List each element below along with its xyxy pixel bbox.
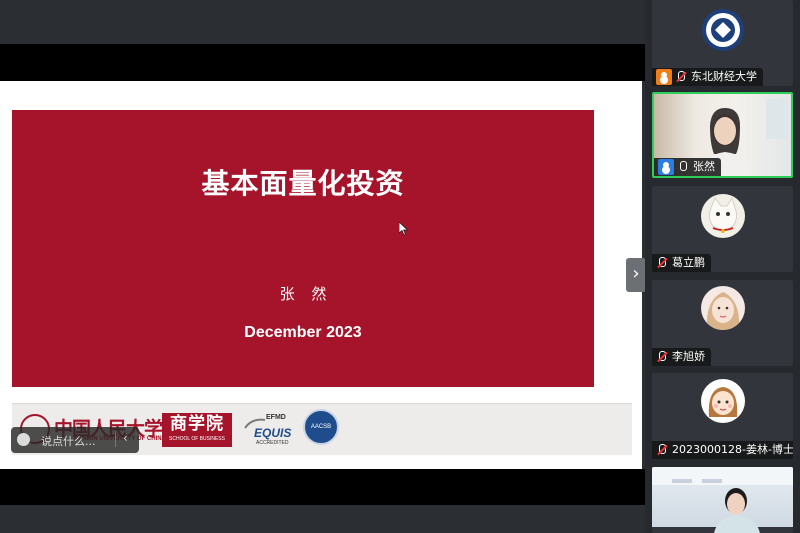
participant-gallery: 东北财经大学 张然 葛立鹏 李旭娇 2023000128-姜林-博士 <box>645 0 800 533</box>
business-school-name-cn: 商学院 <box>170 414 224 434</box>
participant-tile-active[interactable]: 张然 <box>652 92 793 178</box>
mic-muted-icon <box>656 351 668 363</box>
portrait-avatar <box>701 286 745 330</box>
host-icon <box>656 69 672 85</box>
participant-tile[interactable] <box>652 467 793 533</box>
efmd-label: EFMD <box>266 414 286 421</box>
emoji-icon[interactable] <box>17 433 30 446</box>
participant-video <box>652 467 793 533</box>
presentation-slide: 基本面量化投资 张 然 December 2023 中国人民大学 RENMIN … <box>0 81 642 469</box>
participant-tile[interactable]: 2023000128-姜林-博士 <box>652 373 793 459</box>
equis-logo: EFMD EQUIS ACCREDITED <box>244 414 302 448</box>
slide-title: 基本面量化投资 <box>201 167 405 200</box>
equis-label: EQUIS <box>254 426 292 440</box>
participant-tile[interactable]: 东北财经大学 <box>652 0 793 86</box>
video-person <box>652 467 793 533</box>
next-page-button[interactable]: › <box>626 258 646 292</box>
participant-name: 李旭娇 <box>672 350 705 363</box>
participant-name: 2023000128-姜林-博士 <box>672 443 793 456</box>
cartoon-girl-avatar <box>701 379 745 423</box>
chat-input[interactable]: 说点什么... <box>41 433 96 449</box>
participant-name: 东北财经大学 <box>691 70 757 83</box>
top-letterbox <box>0 44 645 81</box>
participant-name-label: 葛立鹏 <box>652 254 711 272</box>
mic-muted-icon <box>656 444 668 456</box>
mouse-pointer-icon <box>399 222 409 236</box>
aacsb-badge: AACSB <box>303 409 339 445</box>
presentation-date: December 2023 <box>244 324 362 341</box>
cat-avatar <box>701 194 745 238</box>
presenter-name: 张 然 <box>279 285 333 303</box>
divider <box>115 433 116 447</box>
participant-name-label: 2023000128-姜林-博士 <box>652 441 793 459</box>
business-school-logo: 商学院 SCHOOL OF BUSINESS <box>162 413 232 447</box>
slide-title-panel: 基本面量化投资 张 然 December 2023 <box>12 110 594 387</box>
shared-screen-area: 基本面量化投资 张 然 December 2023 中国人民大学 RENMIN … <box>0 0 646 533</box>
participant-name: 葛立鹏 <box>672 256 705 269</box>
participant-name: 张然 <box>693 160 715 173</box>
university-logo-avatar <box>702 9 744 51</box>
chevron-left-icon[interactable]: ‹ <box>123 431 128 445</box>
participant-name-label: 东北财经大学 <box>652 68 763 86</box>
participant-tile[interactable]: 李旭娇 <box>652 280 793 366</box>
presenter-icon <box>658 159 674 175</box>
bottom-letterbox <box>0 469 645 505</box>
mic-muted-icon <box>675 71 687 83</box>
mic-muted-icon <box>656 257 668 269</box>
participant-name-label: 张然 <box>654 158 721 176</box>
equis-accredited-label: ACCREDITED <box>256 440 289 446</box>
participant-name-label: 李旭娇 <box>652 348 711 366</box>
business-school-name-en: SCHOOL OF BUSINESS <box>169 436 225 442</box>
mic-icon <box>677 161 689 173</box>
chat-input-bar[interactable]: 说点什么... ‹ <box>11 427 139 453</box>
participant-tile[interactable]: 葛立鹏 <box>652 186 793 272</box>
